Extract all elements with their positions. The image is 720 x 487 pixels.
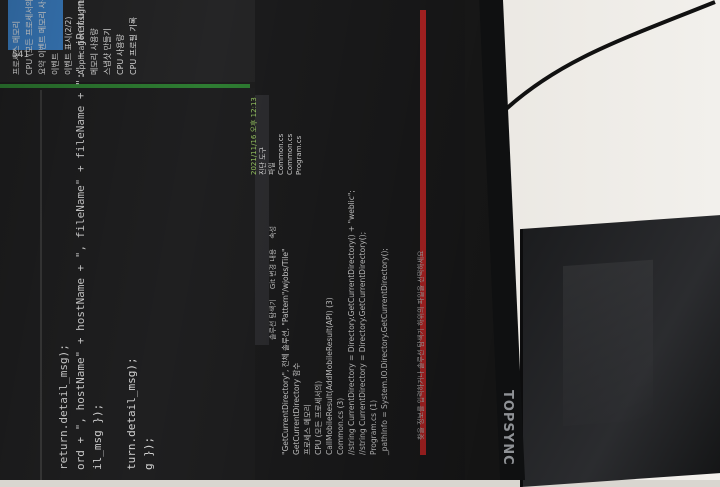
code-line: il_msg }); [91,403,104,470]
code-line: g }); [142,436,155,470]
result-line[interactable]: Program.cs (1) [368,215,379,455]
monitor-brand-label: TOPSYNC [500,390,515,466]
diag-item: CPU 사용량 [116,34,125,75]
diag-item: 프로세스 메모리 [12,20,21,75]
process-column: 파일 [268,162,276,175]
result-line[interactable]: //string CurrentDirectory = Directory.Ge… [357,215,368,455]
diagnostics-list: 프로세스 메모리 CPU (모든 프로세서의) 요약 이벤트 메모리 사용 이벤… [10,0,260,75]
process-title: 진단 도구 [259,147,267,175]
result-line[interactable]: CallMobileResult(AddMobileResult(API) (3… [324,215,335,455]
diag-item: 이벤트 [51,52,60,75]
process-file: Common.cs [286,133,294,175]
diag-item[interactable]: 스냅샷 만들기 [101,0,114,75]
second-monitor [520,214,720,487]
diag-item[interactable]: CPU 프로필 기록 [127,0,140,75]
code-line: turn.detail_msg); [125,357,138,470]
result-line[interactable]: GetCurrentDirectory 함수 [291,215,302,455]
result-line[interactable]: 프로세스 메모리 [302,215,313,455]
code-lines: return.detail_msg); ord + ", hostName" +… [55,0,235,470]
monitor-screen: 541 프로세스 메모리 CPU (모든 프로세서의) 요약 이벤트 메모리 사… [0,0,500,480]
editor-gutter [40,90,42,480]
diag-item: 메모리 사용량 [90,28,99,75]
find-results-list: "GetCurrentDirectory", 전체 솔루션, "Pattern"… [280,190,390,455]
process-timestamp: 2021/11/16 오후 12:13 [250,97,258,175]
result-line[interactable]: _pathInfo = System.IO.Directory.GetCurre… [379,215,390,455]
result-line[interactable]: CPU (모든 프로세서의) [313,215,324,455]
process-file: Program.cs [295,135,303,175]
process-file: Common.cs [277,133,285,175]
status-text-wrap: 찾을 정보를 입력하거나 솔루션 탐색기 하위의 파일을 선택하세요 [408,140,425,440]
diag-item: CPU (모든 프로세서의) [25,0,34,75]
code-line: ord + ", hostName" + hostName + ", fileN… [74,0,87,470]
status-text: 찾을 정보를 입력하거나 솔루션 탐색기 하위의 파일을 선택하세요 [417,250,425,440]
process-info: 2021/11/16 오후 12:13 진단 도구 파일 Common.cs C… [250,0,310,175]
result-line[interactable]: //string CurrentDirectory = Directory.Ge… [346,190,357,455]
diag-item[interactable]: 요약 이벤트 메모리 사용 [36,0,49,75]
editor-divider [0,84,250,88]
result-line[interactable]: Common.cs (3) [335,215,346,455]
cable [503,0,716,112]
search-hint: "GetCurrentDirectory", 전체 솔루션, "Pattern"… [281,248,290,455]
code-line: return.detail_msg); [57,344,70,470]
